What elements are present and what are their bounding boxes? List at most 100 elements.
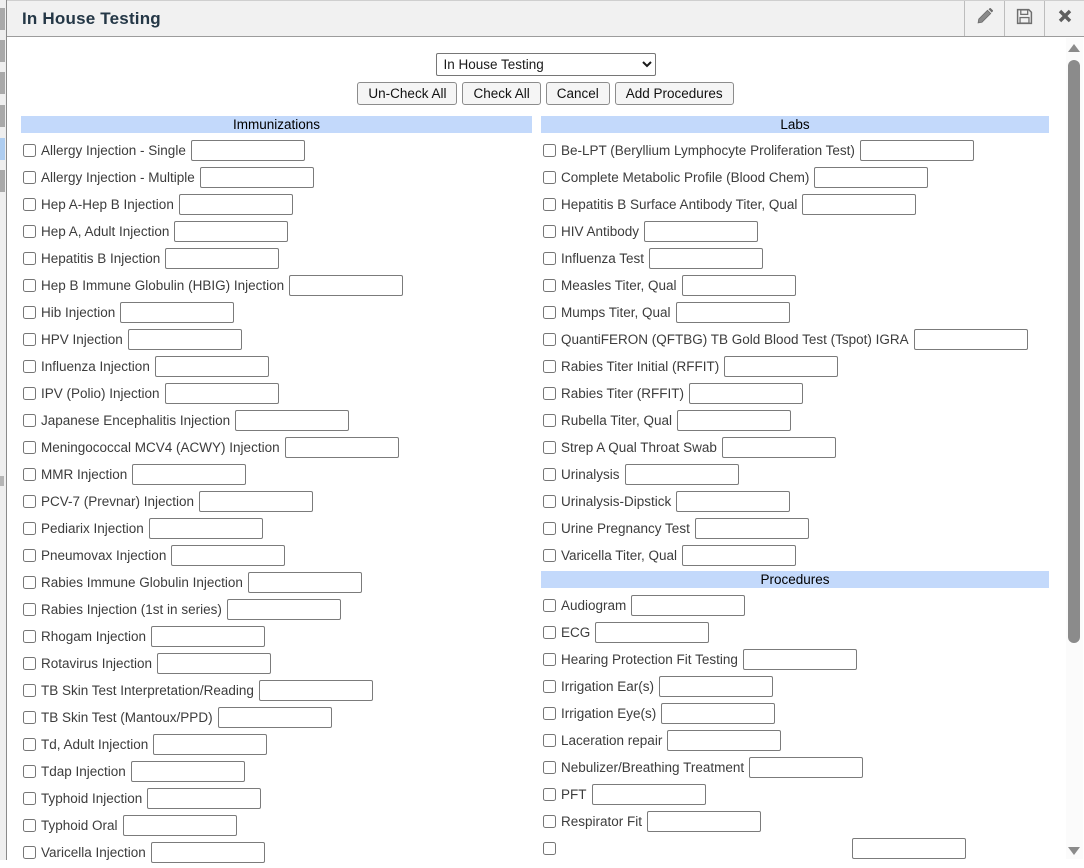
test-item-checkbox[interactable] — [543, 788, 556, 801]
test-item-checkbox[interactable] — [23, 603, 36, 616]
test-item-value-input[interactable] — [227, 599, 341, 620]
test-item-value-input[interactable] — [667, 730, 781, 751]
scroll-up-arrow-icon[interactable] — [1068, 44, 1080, 52]
test-item-value-input[interactable] — [860, 140, 974, 161]
test-item-checkbox[interactable] — [543, 252, 556, 265]
add-procedures-button[interactable]: Add Procedures — [615, 82, 734, 105]
test-item-value-input[interactable] — [235, 410, 349, 431]
test-item-checkbox[interactable] — [23, 630, 36, 643]
test-item-checkbox[interactable] — [543, 387, 556, 400]
test-item-value-input[interactable] — [722, 437, 836, 458]
test-item-value-input[interactable] — [724, 356, 838, 377]
test-item-value-input[interactable] — [661, 703, 775, 724]
test-item-checkbox[interactable] — [23, 306, 36, 319]
test-item-value-input[interactable] — [289, 275, 403, 296]
test-item-checkbox[interactable] — [543, 360, 556, 373]
test-item-value-input[interactable] — [676, 491, 790, 512]
test-item-checkbox[interactable] — [543, 734, 556, 747]
test-item-value-input[interactable] — [191, 140, 305, 161]
test-item-value-input[interactable] — [157, 653, 271, 674]
test-item-checkbox[interactable] — [23, 846, 36, 859]
test-item-value-input[interactable] — [659, 676, 773, 697]
save-button[interactable] — [1004, 1, 1044, 36]
test-item-value-input[interactable] — [625, 464, 739, 485]
test-item-checkbox[interactable] — [543, 842, 556, 855]
test-item-value-input[interactable] — [200, 167, 314, 188]
test-item-value-input[interactable] — [649, 248, 763, 269]
scrollbar-thumb[interactable] — [1068, 60, 1080, 643]
test-item-checkbox[interactable] — [543, 225, 556, 238]
test-item-value-input[interactable] — [131, 761, 245, 782]
test-item-checkbox[interactable] — [23, 360, 36, 373]
test-item-value-input[interactable] — [120, 302, 234, 323]
test-item-checkbox[interactable] — [23, 333, 36, 346]
test-item-checkbox[interactable] — [23, 684, 36, 697]
test-item-checkbox[interactable] — [543, 414, 556, 427]
test-item-checkbox[interactable] — [543, 441, 556, 454]
test-item-value-input[interactable] — [852, 838, 966, 859]
test-item-checkbox[interactable] — [23, 198, 36, 211]
test-item-value-input[interactable] — [682, 275, 796, 296]
test-item-checkbox[interactable] — [23, 144, 36, 157]
test-item-value-input[interactable] — [147, 788, 261, 809]
test-item-checkbox[interactable] — [23, 792, 36, 805]
edit-button[interactable] — [964, 1, 1004, 36]
test-item-checkbox[interactable] — [23, 171, 36, 184]
test-item-checkbox[interactable] — [543, 522, 556, 535]
test-item-checkbox[interactable] — [543, 599, 556, 612]
test-item-value-input[interactable] — [171, 545, 285, 566]
test-item-checkbox[interactable] — [23, 414, 36, 427]
test-item-value-input[interactable] — [595, 622, 709, 643]
test-item-checkbox[interactable] — [23, 468, 36, 481]
test-item-value-input[interactable] — [914, 329, 1028, 350]
test-item-value-input[interactable] — [155, 356, 269, 377]
test-item-value-input[interactable] — [165, 383, 279, 404]
test-item-checkbox[interactable] — [543, 468, 556, 481]
test-item-value-input[interactable] — [165, 248, 279, 269]
test-item-checkbox[interactable] — [23, 225, 36, 238]
test-item-checkbox[interactable] — [23, 252, 36, 265]
test-item-checkbox[interactable] — [543, 549, 556, 562]
test-item-value-input[interactable] — [682, 545, 796, 566]
test-item-checkbox[interactable] — [543, 680, 556, 693]
test-item-checkbox[interactable] — [543, 279, 556, 292]
uncheck-all-button[interactable]: Un-Check All — [357, 82, 457, 105]
test-item-checkbox[interactable] — [543, 653, 556, 666]
test-item-value-input[interactable] — [631, 595, 745, 616]
test-item-checkbox[interactable] — [23, 549, 36, 562]
test-item-value-input[interactable] — [259, 680, 373, 701]
scroll-down-arrow-icon[interactable] — [1068, 847, 1080, 855]
test-item-value-input[interactable] — [647, 811, 761, 832]
test-item-value-input[interactable] — [743, 649, 857, 670]
test-item-value-input[interactable] — [128, 329, 242, 350]
test-item-value-input[interactable] — [285, 437, 399, 458]
cancel-button[interactable]: Cancel — [546, 82, 610, 105]
test-item-checkbox[interactable] — [23, 441, 36, 454]
test-item-checkbox[interactable] — [23, 387, 36, 400]
test-item-value-input[interactable] — [174, 221, 288, 242]
test-item-checkbox[interactable] — [23, 657, 36, 670]
test-item-value-input[interactable] — [695, 518, 809, 539]
test-item-value-input[interactable] — [123, 815, 237, 836]
test-item-value-input[interactable] — [248, 572, 362, 593]
test-item-value-input[interactable] — [644, 221, 758, 242]
test-item-checkbox[interactable] — [23, 495, 36, 508]
test-item-checkbox[interactable] — [543, 333, 556, 346]
test-item-value-input[interactable] — [179, 194, 293, 215]
test-item-checkbox[interactable] — [23, 522, 36, 535]
test-item-value-input[interactable] — [149, 518, 263, 539]
vertical-scrollbar[interactable] — [1066, 38, 1083, 859]
test-item-checkbox[interactable] — [23, 819, 36, 832]
test-item-value-input[interactable] — [749, 757, 863, 778]
test-item-value-input[interactable] — [592, 784, 706, 805]
test-item-value-input[interactable] — [151, 626, 265, 647]
test-item-checkbox[interactable] — [543, 707, 556, 720]
test-item-checkbox[interactable] — [543, 495, 556, 508]
category-select[interactable]: In House Testing — [436, 53, 656, 76]
test-item-checkbox[interactable] — [543, 306, 556, 319]
test-item-value-input[interactable] — [151, 842, 265, 863]
test-item-checkbox[interactable] — [543, 198, 556, 211]
test-item-checkbox[interactable] — [23, 738, 36, 751]
test-item-value-input[interactable] — [218, 707, 332, 728]
test-item-value-input[interactable] — [814, 167, 928, 188]
